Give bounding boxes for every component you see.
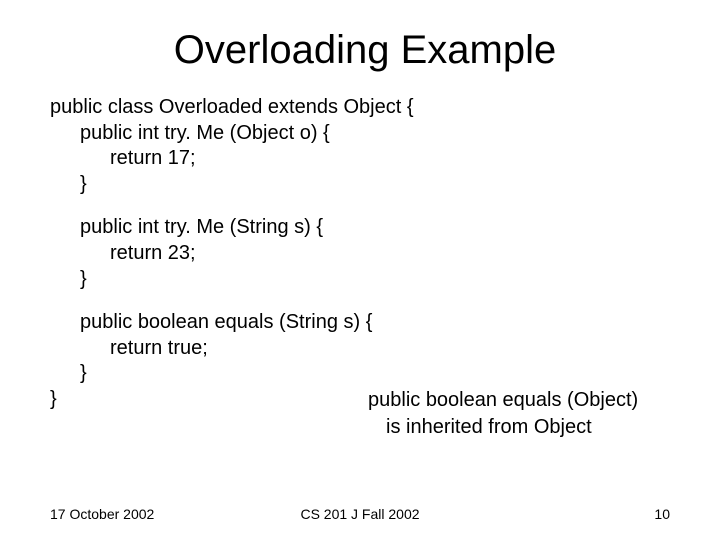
footer-date: 17 October 2002 [50,506,154,522]
slide: Overloading Example public class Overloa… [0,0,720,540]
code-block-1: public class Overloaded extends Object {… [50,95,680,197]
code-area: public class Overloaded extends Object {… [50,95,680,413]
annotation-note: public boolean equals (Object) is inheri… [368,387,698,441]
footer: 17 October 2002 CS 201 J Fall 2002 10 [0,506,720,522]
code-line: public int try. Me (Object o) { [50,121,680,147]
footer-page: 10 [654,506,670,522]
code-line: } [50,267,680,293]
code-line: public boolean equals (String s) { [50,310,680,336]
code-line: } [50,361,680,387]
code-line: } [50,172,680,198]
footer-course: CS 201 J Fall 2002 [300,506,419,522]
note-line: public boolean equals (Object) [368,387,698,414]
code-line: return true; [50,336,680,362]
code-block-2: public int try. Me (String s) { return 2… [50,215,680,292]
slide-title: Overloading Example [50,28,680,73]
code-line: return 17; [50,146,680,172]
note-line: is inherited from Object [368,414,698,441]
code-line: public int try. Me (String s) { [50,215,680,241]
code-line: return 23; [50,241,680,267]
code-line: public class Overloaded extends Object { [50,95,680,121]
